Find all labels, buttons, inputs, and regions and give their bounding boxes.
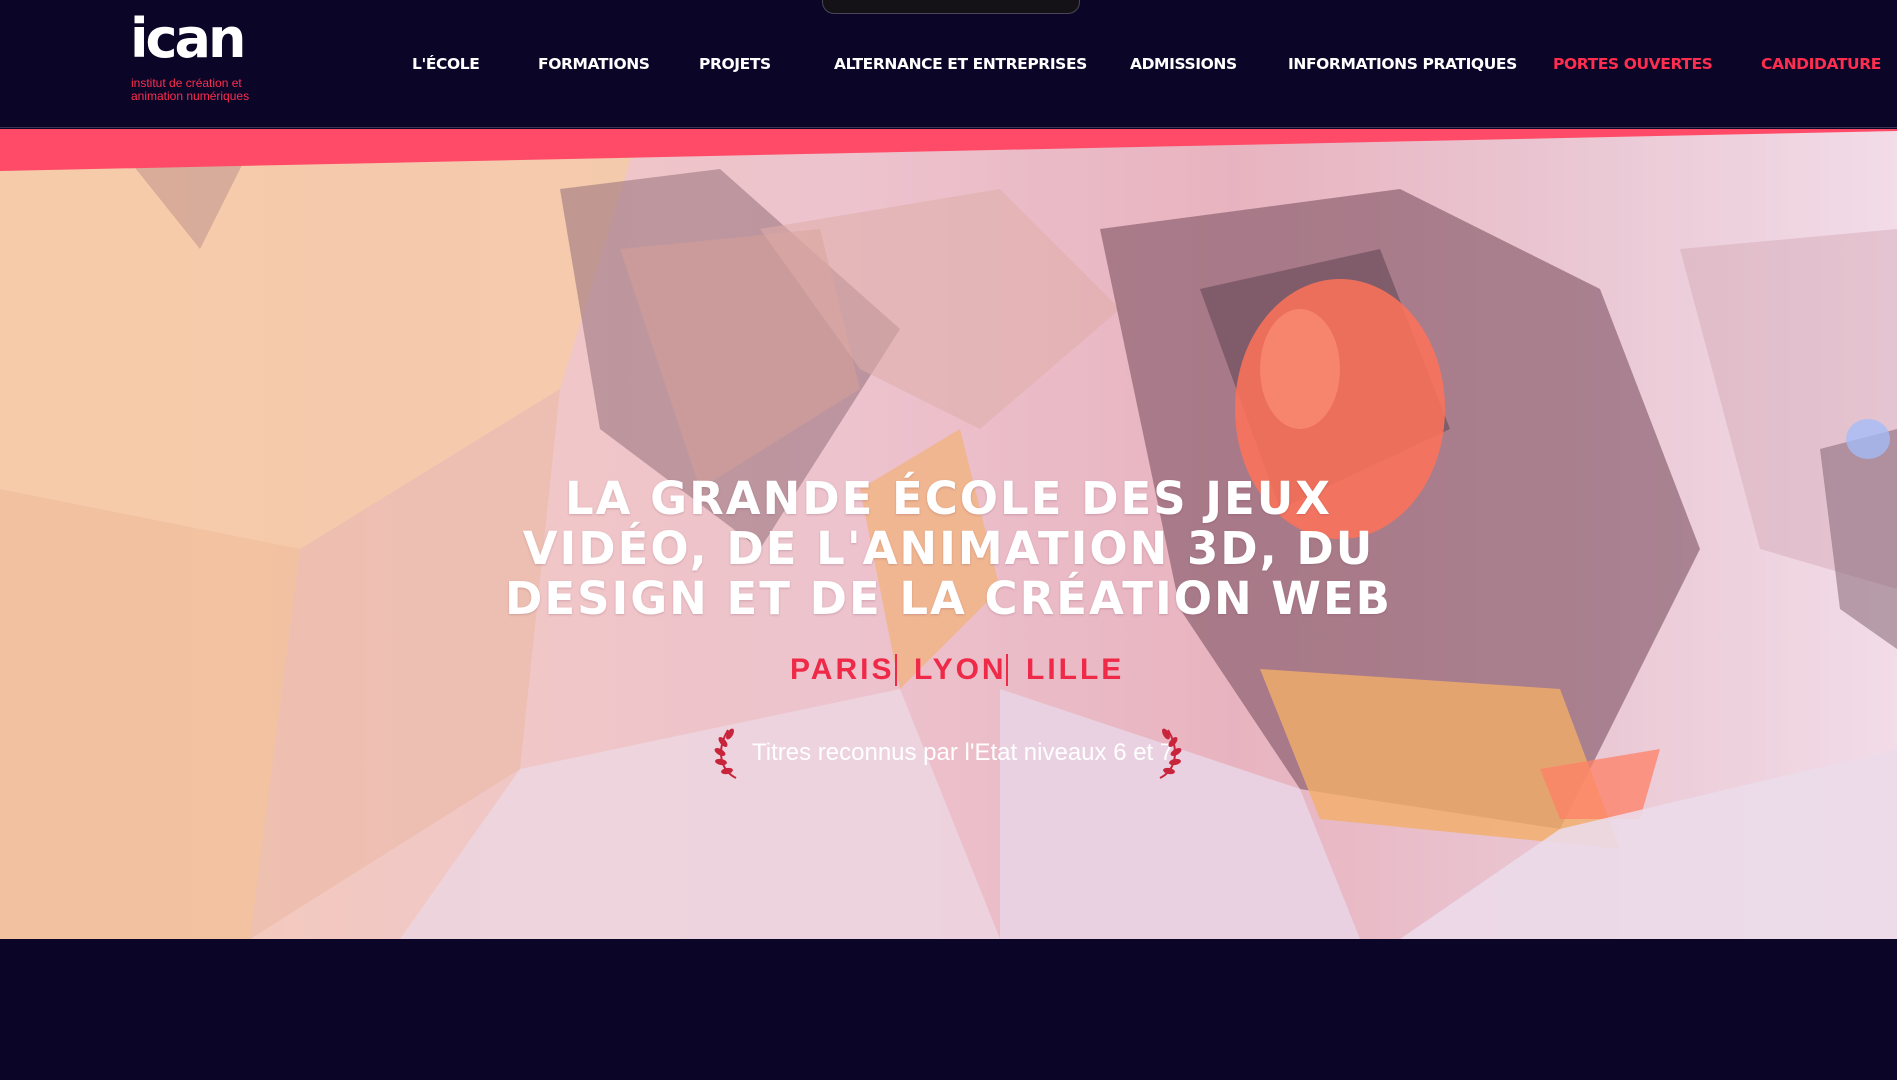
main-nav: L'ÉCOLE FORMATIONS PROJETS ALTERNANCE ET… [0,52,1897,76]
city-lille[interactable]: LILLE [1026,650,1124,690]
nav-projets[interactable]: PROJETS [699,52,771,76]
city-divider [1006,654,1008,686]
laurel-right-icon [1159,728,1182,779]
nav-portes-ouvertes[interactable]: PORTES OUVERTES [1553,52,1713,76]
laurel-left-icon [714,728,737,779]
nav-formations[interactable]: FORMATIONS [538,52,650,76]
campus-cities: PARIS LYON LILLE [0,650,1897,690]
city-divider [895,654,897,686]
hero-banner: LA GRANDE ÉCOLE DES JEUX VIDÉO, DE L'ANI… [0,129,1897,939]
nav-informations-pratiques[interactable]: INFORMATIONS PRATIQUES [1288,52,1517,76]
page-below-hero [0,939,1897,1080]
hero-title-line-2: VIDÉO, DE L'ANIMATION 3D, DU [522,522,1375,575]
nav-ecole[interactable]: L'ÉCOLE [412,52,480,76]
state-recognition: Titres reconnus par l'Etat niveaux 6 et … [0,726,1897,780]
logo-tagline: institut de création et animation numéri… [131,77,261,103]
hero-title: LA GRANDE ÉCOLE DES JEUX VIDÉO, DE L'ANI… [500,474,1397,624]
browser-notch [822,0,1080,14]
site-header: ican institut de création et animation n… [0,0,1897,128]
hero-title-line-1: LA GRANDE ÉCOLE DES JEUX [565,472,1332,525]
city-lyon[interactable]: LYON [914,650,1007,690]
logo-tagline-line-2: animation numériques [131,89,250,103]
nav-alternance[interactable]: ALTERNANCE ET ENTREPRISES [834,52,1087,76]
recognition-text: Titres reconnus par l'Etat niveaux 6 et … [752,739,1174,766]
nav-admissions[interactable]: ADMISSIONS [1130,52,1237,76]
nav-candidature[interactable]: CANDIDATURE [1761,52,1881,76]
hero-title-line-3: DESIGN ET DE LA CRÉATION WEB [505,572,1392,625]
city-paris[interactable]: PARIS [790,650,894,690]
